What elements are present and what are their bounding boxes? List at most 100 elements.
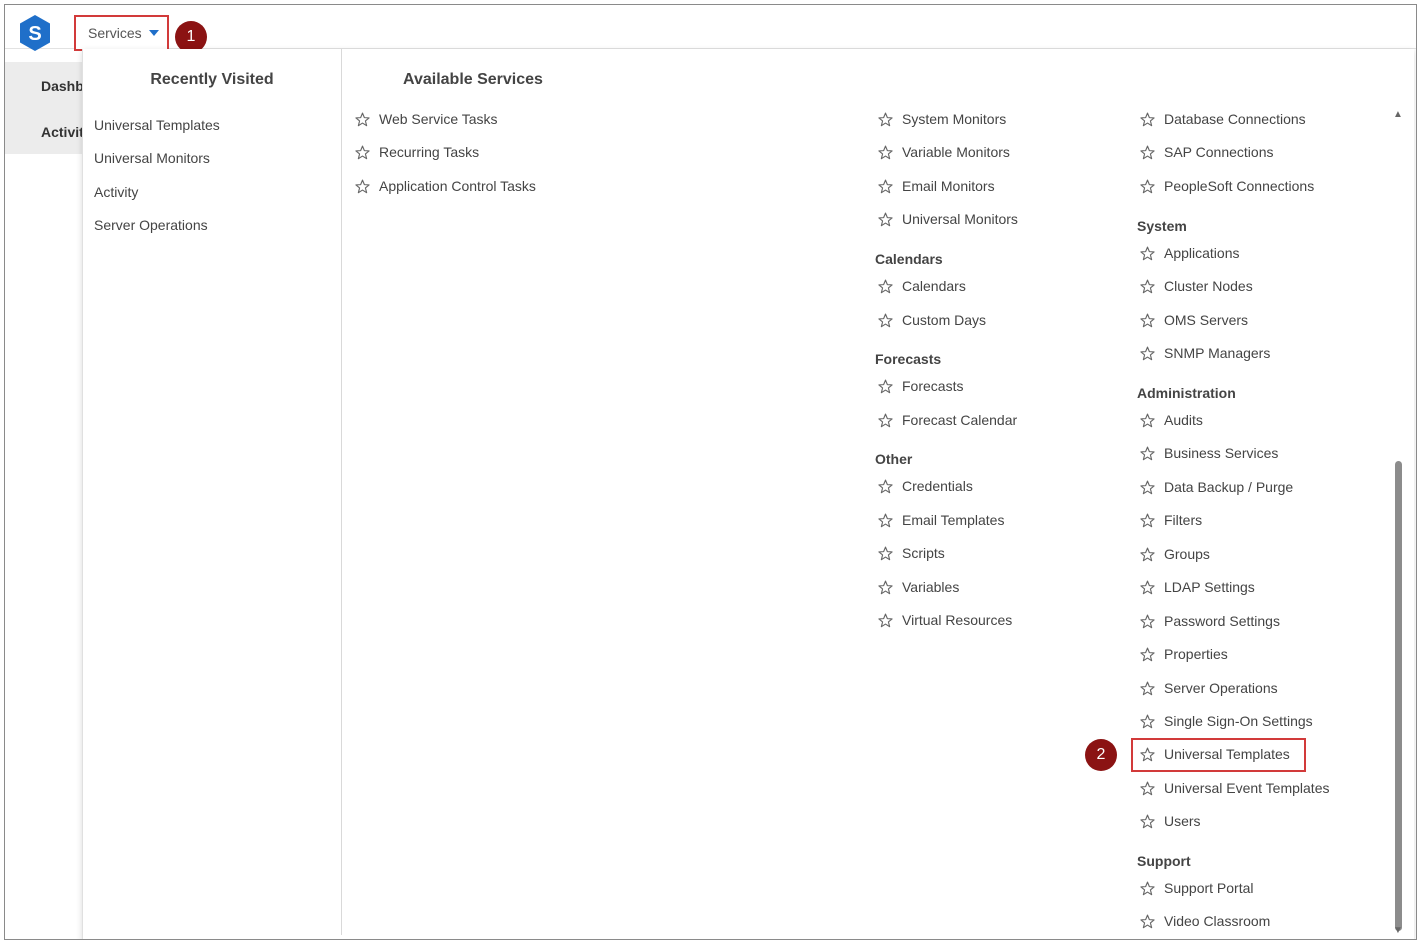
service-item[interactable]: Recurring Tasks [355, 144, 479, 160]
service-item[interactable]: Single Sign-On Settings [1140, 713, 1313, 729]
star-icon[interactable] [878, 279, 893, 294]
service-item[interactable]: Credentials [878, 478, 973, 494]
bg-nav-dashboard[interactable]: Dashb [41, 78, 84, 94]
star-icon[interactable] [1140, 647, 1155, 662]
service-item[interactable]: Database Connections [1140, 111, 1306, 127]
group-heading-support: Support [1137, 853, 1191, 869]
service-item[interactable]: Groups [1140, 546, 1210, 562]
star-icon[interactable] [878, 479, 893, 494]
service-item[interactable]: Filters [1140, 512, 1202, 528]
service-item[interactable]: Data Backup / Purge [1140, 479, 1293, 495]
service-label: Custom Days [902, 312, 987, 328]
service-item[interactable]: Forecasts [878, 378, 963, 394]
recent-item[interactable]: Universal Templates [94, 117, 220, 133]
service-item[interactable]: Password Settings [1140, 613, 1280, 629]
service-item[interactable]: Custom Days [878, 312, 986, 328]
recently-visited-title: Recently Visited [150, 71, 274, 88]
service-item[interactable]: Support Portal [1140, 880, 1254, 896]
bg-nav-activity[interactable]: Activit [41, 124, 84, 140]
service-item[interactable]: Video Classroom [1140, 913, 1270, 929]
star-icon[interactable] [1140, 914, 1155, 929]
service-label: Database Connections [1164, 111, 1306, 127]
star-icon[interactable] [1140, 781, 1155, 796]
service-item[interactable]: Universal Event Templates [1140, 780, 1329, 796]
star-icon[interactable] [1140, 179, 1155, 194]
star-icon[interactable] [878, 313, 893, 328]
group-heading-administration: Administration [1137, 385, 1236, 401]
star-icon[interactable] [878, 580, 893, 595]
star-icon[interactable] [1140, 145, 1155, 160]
star-icon[interactable] [878, 145, 893, 160]
star-icon[interactable] [355, 112, 370, 127]
service-label: Variable Monitors [902, 144, 1010, 160]
scroll-down-arrow-icon[interactable]: ▼ [1393, 925, 1403, 936]
recent-item[interactable]: Server Operations [94, 217, 208, 233]
star-icon[interactable] [1140, 681, 1155, 696]
service-label: Variables [902, 579, 960, 595]
star-icon[interactable] [878, 513, 893, 528]
star-icon[interactable] [1140, 580, 1155, 595]
service-item[interactable]: Properties [1140, 646, 1228, 662]
callout-badge-2: 2 [1085, 739, 1117, 771]
dropdown-scrollbar[interactable]: ▲ ▼ [1390, 109, 1406, 937]
app-logo-icon[interactable]: S [18, 14, 52, 52]
scroll-up-arrow-icon[interactable]: ▲ [1393, 109, 1403, 120]
star-icon[interactable] [355, 145, 370, 160]
service-label: Data Backup / Purge [1164, 479, 1294, 495]
service-item[interactable]: Cluster Nodes [1140, 278, 1253, 294]
star-icon[interactable] [355, 179, 370, 194]
star-icon[interactable] [1140, 614, 1155, 629]
service-item[interactable]: Forecast Calendar [878, 412, 1017, 428]
service-item[interactable]: Business Services [1140, 445, 1278, 461]
star-icon[interactable] [878, 546, 893, 561]
star-icon[interactable] [1140, 313, 1155, 328]
recent-item[interactable]: Activity [94, 184, 138, 200]
star-icon[interactable] [1140, 279, 1155, 294]
star-icon[interactable] [878, 179, 893, 194]
scrollbar-thumb[interactable] [1395, 461, 1402, 931]
service-item[interactable]: SNMP Managers [1140, 345, 1270, 361]
service-item[interactable]: OMS Servers [1140, 312, 1248, 328]
service-item[interactable]: Web Service Tasks [355, 111, 498, 127]
star-icon[interactable] [1140, 513, 1155, 528]
star-icon[interactable] [1140, 112, 1155, 127]
service-item[interactable]: Server Operations [1140, 680, 1278, 696]
service-label: Properties [1164, 646, 1228, 662]
service-item[interactable]: Application Control Tasks [355, 178, 536, 194]
service-item[interactable]: Virtual Resources [878, 612, 1012, 628]
service-label: Credentials [902, 478, 973, 494]
service-item[interactable]: Email Monitors [878, 178, 995, 194]
star-icon[interactable] [1140, 714, 1155, 729]
star-icon[interactable] [878, 413, 893, 428]
star-icon[interactable] [878, 379, 893, 394]
service-item[interactable]: System Monitors [878, 111, 1006, 127]
star-icon[interactable] [878, 613, 893, 628]
star-icon[interactable] [1140, 881, 1155, 896]
star-icon[interactable] [1140, 446, 1155, 461]
service-item[interactable]: Audits [1140, 412, 1203, 428]
star-icon[interactable] [1140, 246, 1155, 261]
service-item[interactable]: Email Templates [878, 512, 1004, 528]
service-item[interactable]: Applications [1140, 245, 1240, 261]
services-menu-button[interactable]: Services [74, 15, 169, 51]
star-icon[interactable] [878, 212, 893, 227]
service-label: Virtual Resources [902, 612, 1013, 628]
star-icon[interactable] [1140, 547, 1155, 562]
service-item[interactable]: LDAP Settings [1140, 579, 1255, 595]
service-item[interactable]: Variable Monitors [878, 144, 1010, 160]
star-icon[interactable] [1140, 346, 1155, 361]
service-item[interactable]: Variables [878, 579, 959, 595]
star-icon[interactable] [1140, 480, 1155, 495]
service-item[interactable]: SAP Connections [1140, 144, 1273, 160]
service-item[interactable]: Scripts [878, 545, 945, 561]
service-item[interactable]: Calendars [878, 278, 966, 294]
service-item[interactable]: Users [1140, 813, 1201, 829]
service-item[interactable]: Universal Monitors [878, 211, 1018, 227]
star-icon[interactable] [878, 112, 893, 127]
star-icon[interactable] [1140, 413, 1155, 428]
group-heading-system: System [1137, 218, 1187, 234]
star-icon[interactable] [1140, 814, 1155, 829]
service-item[interactable]: PeopleSoft Connections [1140, 178, 1314, 194]
recent-item[interactable]: Universal Monitors [94, 150, 210, 166]
app-frame: Dashb Activit S Services 1 Recently Visi… [4, 4, 1417, 940]
